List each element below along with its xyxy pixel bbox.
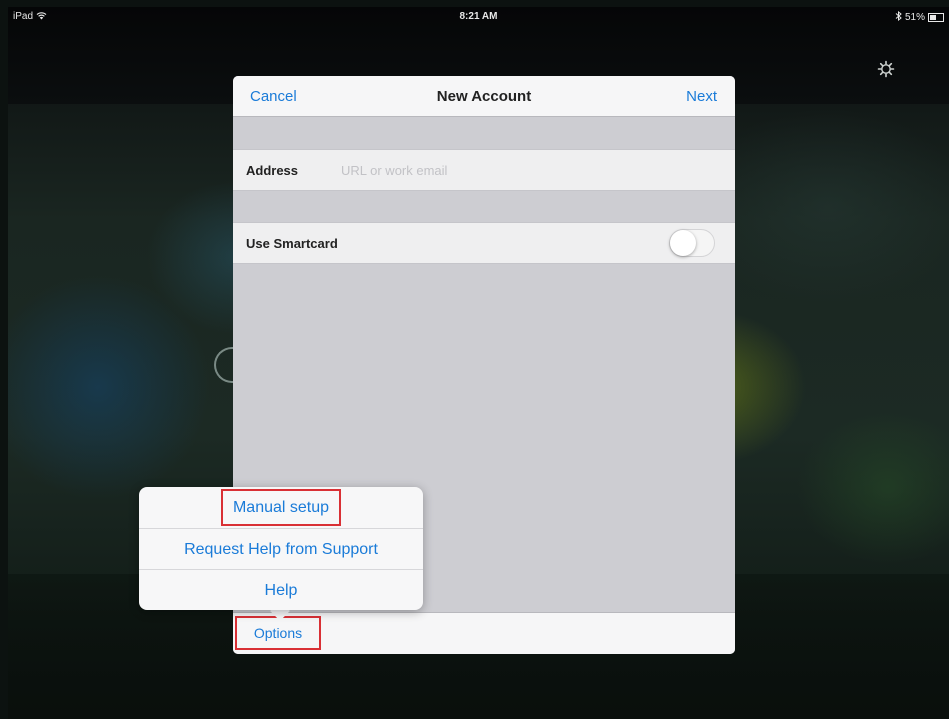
dialog-footer: Options [233, 612, 735, 654]
dialog-header: Cancel New Account Next [233, 76, 735, 117]
status-right: 51% [895, 10, 944, 24]
address-input[interactable] [341, 158, 721, 182]
status-bar: iPad 8:21 AM 51% [8, 7, 949, 27]
address-row: Address [233, 149, 735, 191]
menu-item-request-help[interactable]: Request Help from Support [139, 528, 423, 570]
dialog-title: New Account [436, 88, 532, 105]
menu-item-manual-setup[interactable]: Manual setup [139, 487, 423, 528]
smartcard-label: Use Smartcard [246, 236, 338, 251]
next-button[interactable]: Next [686, 88, 717, 105]
options-popover: Manual setup Request Help from Support H… [139, 487, 423, 610]
gear-icon[interactable] [876, 59, 896, 79]
battery-percent: 51% [904, 12, 925, 23]
status-time: 8:21 AM [459, 11, 498, 22]
menu-item-help[interactable]: Help [139, 569, 423, 611]
address-label: Address [246, 163, 299, 178]
battery-icon [928, 13, 944, 22]
bluetooth-icon [895, 10, 902, 24]
smartcard-row: Use Smartcard [233, 222, 735, 264]
options-button[interactable]: Options [235, 616, 321, 650]
toggle-knob [670, 230, 696, 256]
smartcard-toggle[interactable] [669, 229, 715, 257]
manual-setup-label: Manual setup [220, 489, 342, 526]
